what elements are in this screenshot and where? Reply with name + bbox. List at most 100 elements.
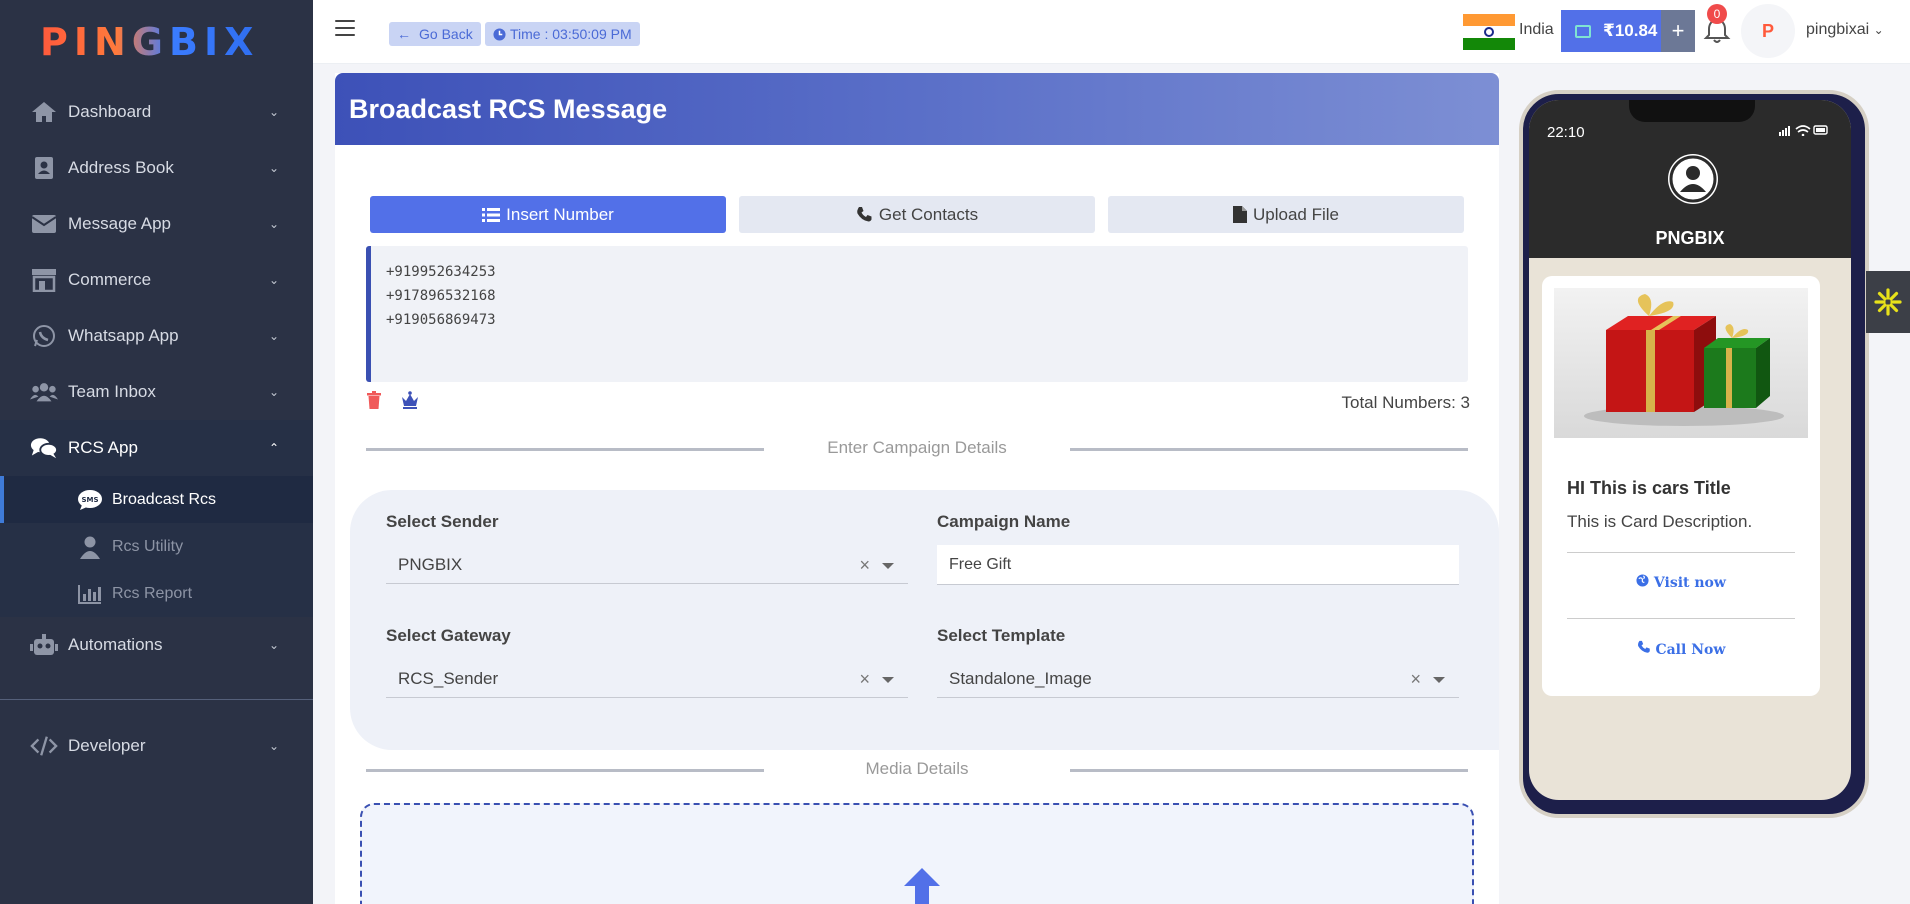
gateway-label: Select Gateway [386,626,511,645]
broadcast-card: Broadcast RCS Message Insert Number Get … [335,73,1499,904]
sender-avatar-icon [1668,154,1718,204]
tab-insert-number[interactable]: Insert Number [370,196,726,233]
menu-toggle-icon[interactable] [335,20,355,36]
username-dropdown[interactable]: pingbixai ⌄ [1806,21,1884,39]
visit-now-button[interactable]: Visit now [1542,574,1820,591]
tab-upload-file[interactable]: Upload File [1108,196,1464,233]
gift-image [1554,288,1808,438]
rcs-card-preview: HI This is cars Title This is Card Descr… [1542,276,1820,696]
chevron-down-icon: ⌄ [268,638,279,652]
wallet-icon [1575,24,1591,38]
logo[interactable]: PINGBIX [0,0,313,84]
sidebar-item-rcs-utility[interactable]: Rcs Utility [0,523,313,570]
clear-icon[interactable]: × [1410,669,1421,690]
phone-preview: 22:10 PNGBIX HI This is cars Title This … [1519,90,1869,818]
card-divider [1567,618,1795,619]
trash-icon[interactable] [366,391,382,414]
card-divider [1567,552,1795,553]
code-icon [30,734,58,758]
campaign-section-divider: Enter Campaign Details [366,438,1468,458]
chevron-down-icon: ⌄ [268,217,279,231]
phone-icon [1637,640,1650,653]
caret-down-icon [882,563,894,569]
chevron-down-icon: ⌄ [268,739,279,753]
template-label: Select Template [937,626,1066,645]
sidebar-item-developer[interactable]: Developer ⌄ [0,718,313,774]
sidebar-item-rcs-app[interactable]: RCS App ⌃ [0,420,313,476]
clear-icon[interactable]: × [859,669,870,690]
phone-screen: 22:10 PNGBIX HI This is cars Title This … [1529,100,1851,800]
sidebar-item-automations[interactable]: Automations ⌄ [0,617,313,673]
chevron-down-icon: ⌄ [1873,23,1884,37]
sender-field: Select Sender PNGBIX × [386,512,908,584]
campaign-name-label: Campaign Name [937,512,1071,531]
sender-select[interactable]: PNGBIX × [386,547,908,584]
signal-icon [1779,125,1828,137]
media-dropzone[interactable] [360,803,1474,904]
phone-icon [857,207,872,222]
clock-icon [493,27,506,41]
card-title: HI This is cars Title [1567,478,1731,498]
template-select[interactable]: Standalone_Image × [937,661,1459,698]
campaign-name-field: Campaign Name Free Gift [937,512,1459,585]
sidebar-item-commerce[interactable]: Commerce ⌄ [0,252,313,308]
chevron-up-icon: ⌃ [268,441,279,455]
sidebar-nav: Dashboard ⌄ Address Book ⌄ Message App ⌄… [0,84,313,673]
crown-icon[interactable] [400,391,420,414]
campaign-name-input[interactable]: Free Gift [937,545,1459,585]
sidebar-item-address-book[interactable]: Address Book ⌄ [0,140,313,196]
chevron-down-icon: ⌄ [268,105,279,119]
clear-icon[interactable]: × [859,555,870,576]
settings-widget-icon[interactable] [1866,271,1910,333]
whatsapp-icon [30,324,58,348]
sidebar: PINGBIX Dashboard ⌄ Address Book ⌄ Messa… [0,0,313,904]
phone-header: 22:10 PNGBIX [1529,100,1851,258]
sidebar-item-message-app[interactable]: Message App ⌄ [0,196,313,252]
file-icon [1233,206,1247,223]
country-label[interactable]: India [1519,21,1554,39]
sidebar-item-team-inbox[interactable]: Team Inbox ⌄ [0,364,313,420]
store-icon [30,268,58,292]
sidebar-item-whatsapp-app[interactable]: Whatsapp App ⌄ [0,308,313,364]
status-icons [1779,124,1829,139]
media-section-divider: Media Details [366,759,1468,779]
gateway-field: Select Gateway RCS_Sender × [386,626,908,698]
sidebar-item-broadcast-rcs[interactable]: SMS Broadcast Rcs [0,476,313,523]
wallet-balance[interactable]: ₹10.84 [1561,10,1661,52]
status-time: 22:10 [1547,124,1585,141]
gateway-select[interactable]: RCS_Sender × [386,661,908,698]
call-now-button[interactable]: Call Now [1542,640,1820,658]
sidebar-item-rcs-report[interactable]: Rcs Report [0,570,313,617]
address-book-icon [30,156,58,180]
users-icon [30,380,58,404]
time-display: Time : 03:50:09 PM [485,22,640,46]
sms-icon: SMS [76,489,104,511]
envelope-icon [30,212,58,236]
topbar: ← Go Back Time : 03:50:09 PM India ₹10.8… [313,0,1910,64]
add-funds-button[interactable]: + [1661,10,1695,52]
numbers-textarea[interactable]: +919952634253 +917896532168 +91905686947… [366,246,1468,382]
go-back-button[interactable]: ← Go Back [389,22,481,46]
phone-notch [1629,100,1755,122]
sender-label: Select Sender [386,512,499,531]
caret-down-icon [1433,677,1445,683]
india-flag-icon [1463,14,1515,50]
card-header: Broadcast RCS Message [335,73,1499,145]
sender-name: PNGBIX [1655,228,1725,248]
chart-bar-icon [76,584,104,604]
total-numbers: Total Numbers: 3 [1341,393,1471,412]
chevron-down-icon: ⌄ [268,329,279,343]
tab-get-contacts[interactable]: Get Contacts [739,196,1095,233]
svg-text:SMS: SMS [81,496,98,504]
globe-icon [1636,574,1649,587]
comments-icon [30,436,58,460]
avatar[interactable]: P [1741,4,1795,58]
template-field: Select Template Standalone_Image × [937,626,1459,698]
sidebar-item-dashboard[interactable]: Dashboard ⌄ [0,84,313,140]
number-source-tabs: Insert Number Get Contacts Upload File [370,196,1464,233]
chevron-down-icon: ⌄ [268,385,279,399]
list-icon [482,207,501,222]
arrow-left-icon: ← [397,26,411,42]
rcs-submenu: SMS Broadcast Rcs Rcs Utility Rcs Report [0,476,313,617]
campaign-form: Select Sender PNGBIX × Campaign Name Fre… [350,490,1499,750]
